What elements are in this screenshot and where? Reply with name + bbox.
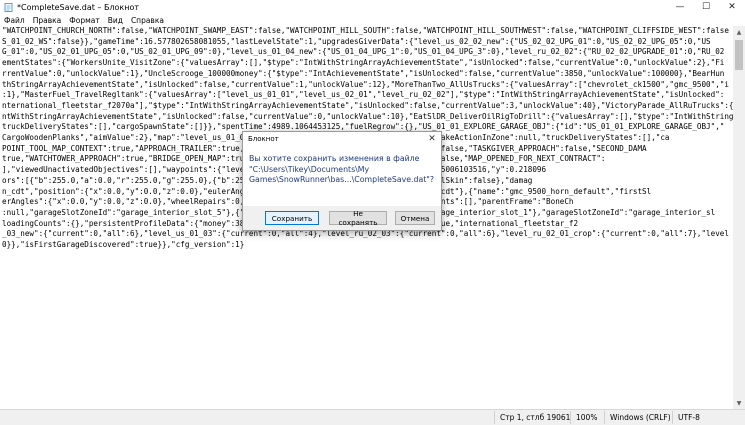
cursor-position: Стр 1, стлб 19061 [500,413,571,422]
editor-line: ntWithStringArrayAchievementState","isUn… [2,111,733,121]
status-bar: Стр 1, стлб 19061 100% Windows (CRLF) UT… [0,409,745,425]
menu-view[interactable]: Вид [104,16,127,25]
zoom-level: 100% [576,413,598,422]
scroll-up-icon[interactable]: ▲ [733,26,745,38]
maximize-button[interactable]: ☐ [693,0,719,14]
menu-bar: Файл Правка Формат Вид Справка [0,14,745,26]
scroll-down-icon[interactable]: ▼ [733,397,745,409]
title-bar[interactable]: *CompleteSave.dat – Блокнот — ☐ ✕ [0,0,745,14]
notepad-window: *CompleteSave.dat – Блокнот — ☐ ✕ Файл П… [0,0,745,425]
editor-line: nternational_fleetstar_f2070a"],"$type":… [2,100,733,110]
cancel-button[interactable]: Отмена [395,211,435,225]
menu-format[interactable]: Формат [65,16,103,25]
editor-line: G_01":0,"US_02_01_UPG_05":0,"US_02_01_UP… [2,47,725,57]
editor-line: 0}},"isFirstGarageDiscovered":true}},"cf… [2,240,245,250]
dont-save-button[interactable]: Не сохранять [329,209,387,227]
dialog-footer: Сохранить Не сохранять Отмена [243,206,441,230]
window-title: *CompleteSave.dat – Блокнот [17,2,140,12]
editor-line: S_01_02_WS":false}},"gameTime":16.577802… [2,36,711,46]
editor-line: rrentValue":0,"unlockValue":1},"UncleScr… [2,68,725,78]
menu-file[interactable]: Файл [0,16,29,25]
save-changes-dialog: Блокнот ✕ Вы хотите сохранить изменения … [242,131,442,231]
editor-line: :1},"MasterFuel_TravelRegltank":{"values… [2,90,725,100]
dialog-message: Вы хотите сохранить изменения в файле "C… [249,154,435,184]
editor-line: thStringArrayAchievementState","isUnlock… [2,79,729,89]
minimize-button[interactable]: — [667,0,693,14]
dialog-close-button[interactable]: ✕ [423,134,441,144]
save-button[interactable]: Сохранить [265,211,319,225]
editor-line: ementStates":{"WorkersUnite_VisitZone":{… [2,58,725,68]
line-ending: Windows (CRLF) [610,413,671,422]
dialog-title: Блокнот [248,135,279,143]
menu-edit[interactable]: Правка [29,16,66,25]
close-window-button[interactable]: ✕ [719,0,745,14]
encoding: UTF-8 [678,413,700,422]
vertical-scrollbar[interactable]: ▲ ▼ [733,26,745,409]
notepad-icon [4,2,13,12]
dialog-title-bar[interactable]: Блокнот ✕ [243,132,441,146]
editor-line: "WATCHPOINT_CHURCH_NORTH":false,"WATCHPO… [2,26,729,35]
menu-help[interactable]: Справка [127,16,168,25]
scroll-thumb[interactable] [735,40,743,70]
